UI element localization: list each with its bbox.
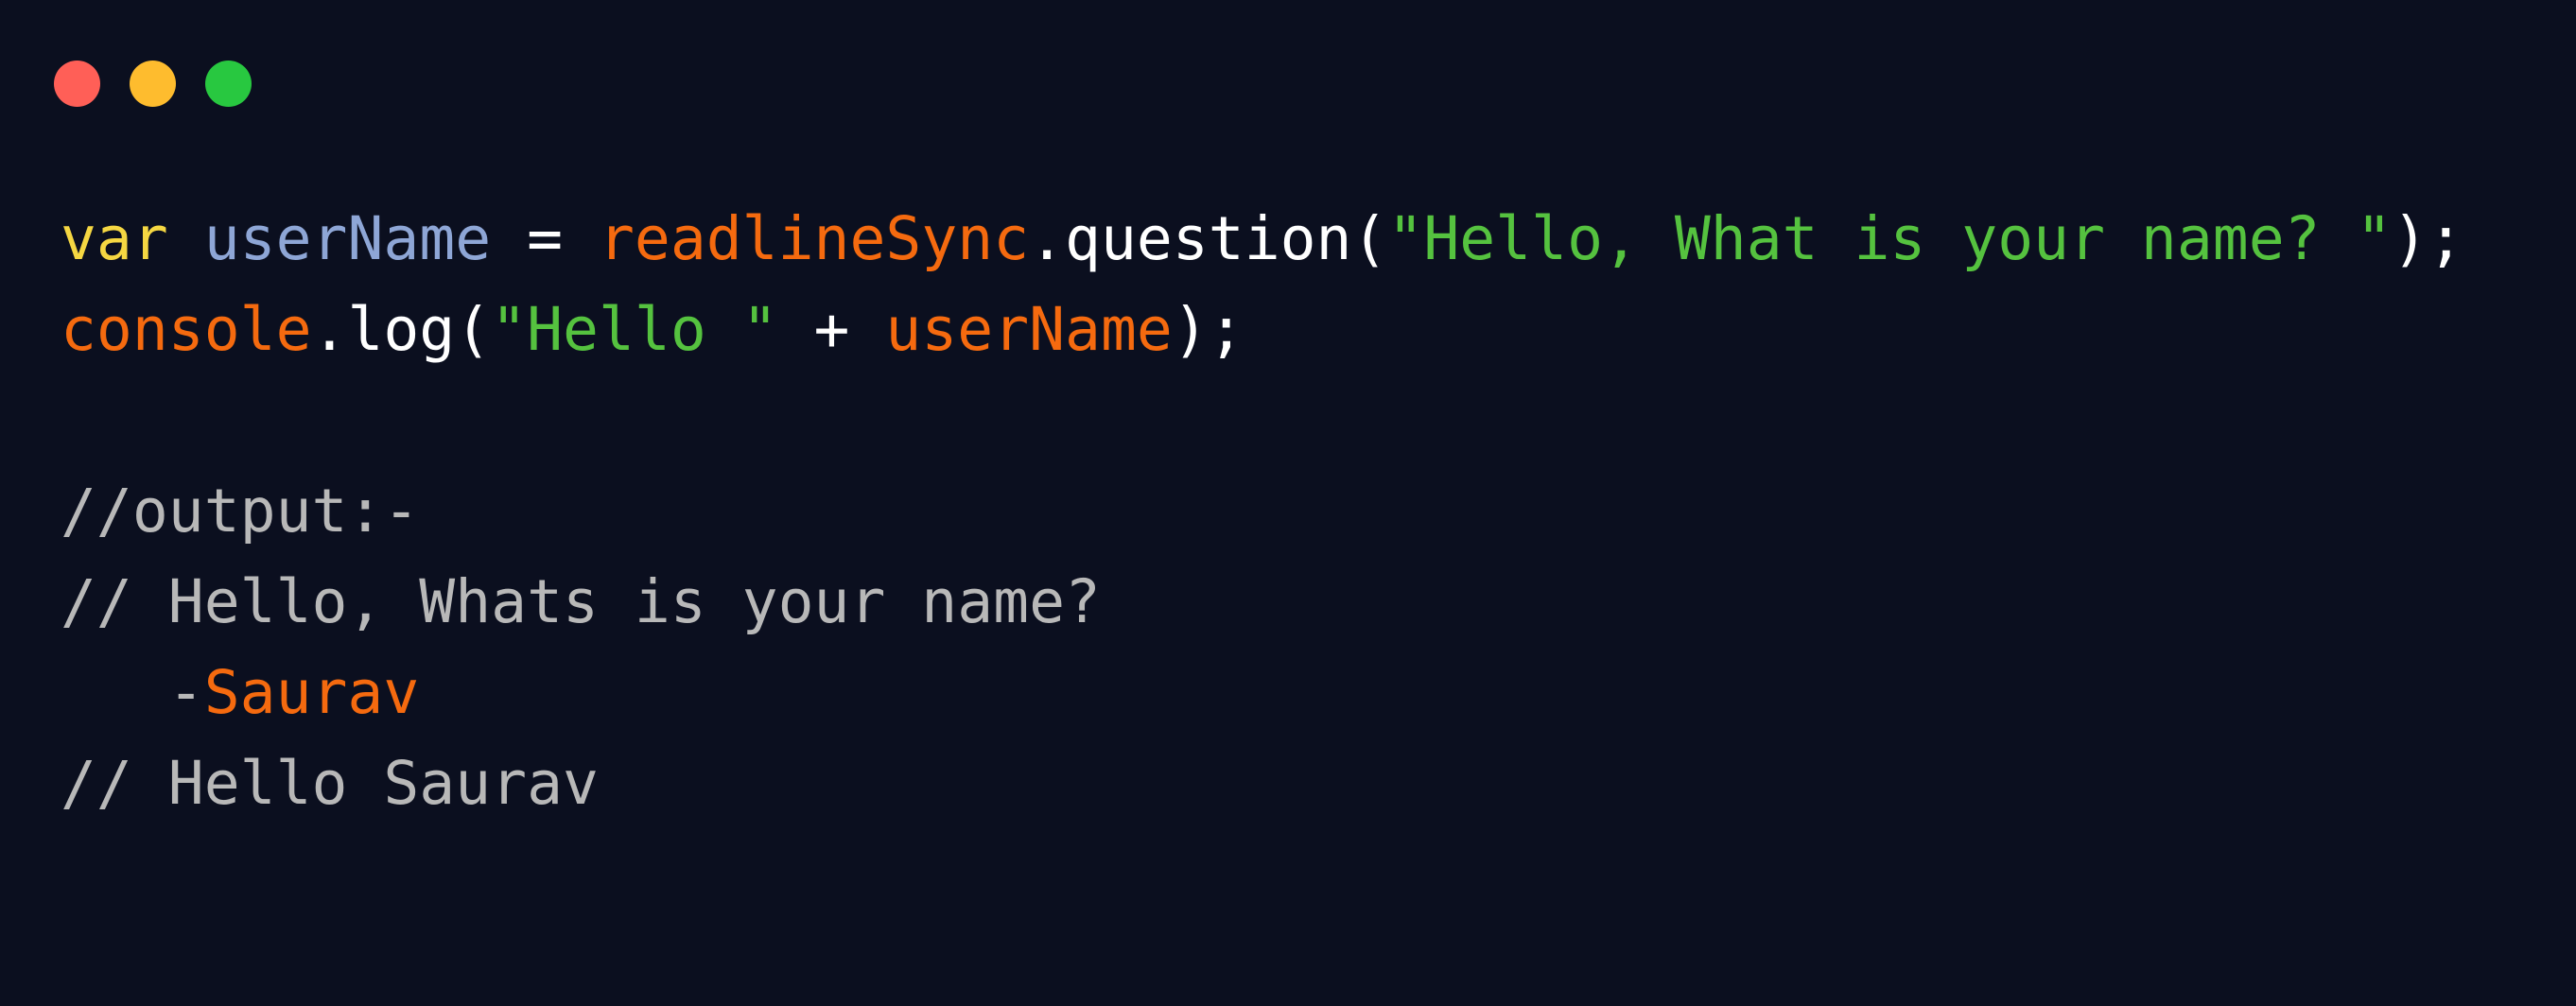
string-hello: "Hello "	[491, 295, 778, 364]
string-prompt: "Hello, What is your name? "	[1387, 204, 2393, 273]
assignment-operator: =	[491, 204, 599, 273]
input-value: Saurav	[203, 658, 420, 727]
plus-operator: +	[777, 295, 886, 364]
code-window: var userName = readlineSync.question("He…	[0, 0, 2576, 1006]
zoom-dot-icon[interactable]	[205, 61, 252, 107]
code-line-output-header: //output:-	[61, 466, 2463, 557]
window-controls	[54, 61, 252, 107]
variable-username: userName	[203, 204, 492, 273]
code-line-output-1: // Hello, Whats is your name?	[61, 557, 2463, 648]
variable-username-ref: userName	[885, 295, 1173, 364]
code-block: var userName = readlineSync.question("He…	[61, 194, 2463, 829]
code-line-1: var userName = readlineSync.question("He…	[61, 194, 2463, 285]
comment-prompt-output: // Hello, Whats is your name?	[61, 567, 1101, 636]
statement-end: );	[1172, 295, 1244, 364]
code-line-2: console.log("Hello " + userName);	[61, 285, 2463, 375]
close-dot-icon[interactable]	[54, 61, 100, 107]
comment-greeting-output: // Hello Saurav	[61, 749, 599, 818]
keyword-var: var	[61, 204, 168, 273]
statement-end: );	[2392, 204, 2464, 273]
input-indent: -	[61, 658, 204, 727]
code-line-output-input: -Saurav	[61, 648, 2463, 738]
method-log: .log(	[311, 295, 492, 364]
minimize-dot-icon[interactable]	[130, 61, 176, 107]
object-readlinesync: readlineSync	[598, 204, 1030, 273]
object-console: console	[61, 295, 312, 364]
comment-output: //output:-	[61, 477, 420, 546]
method-question: .question(	[1029, 204, 1388, 273]
code-line-output-2: // Hello Saurav	[61, 738, 2463, 829]
